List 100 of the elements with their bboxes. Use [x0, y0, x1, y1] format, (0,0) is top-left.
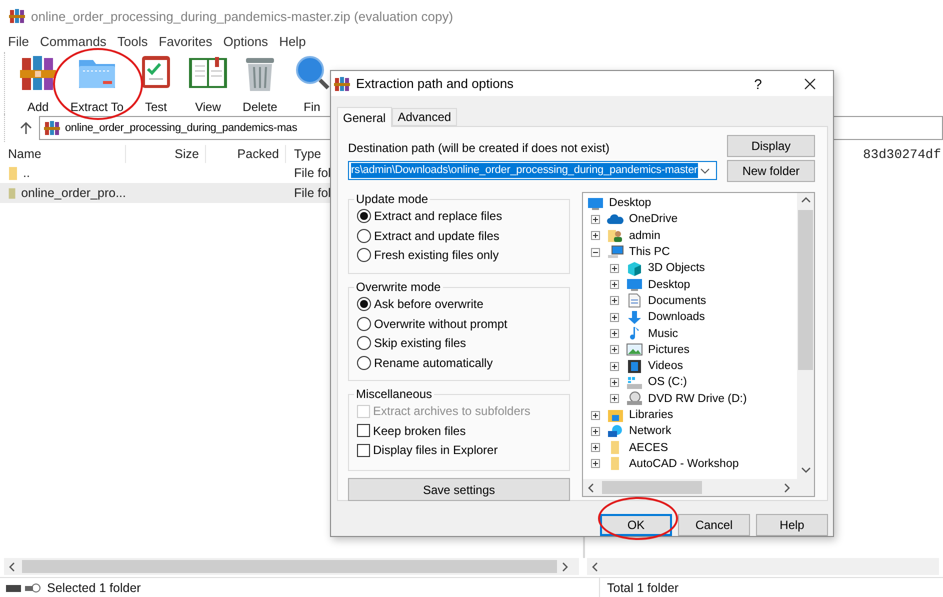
tree-item[interactable]: AECES [629, 442, 668, 454]
tab[interactable]: General [337, 107, 392, 127]
library-folder-icon [607, 408, 624, 422]
folder-icon [8, 186, 16, 200]
tree-item[interactable]: Videos [648, 360, 683, 372]
menu-item[interactable]: Favorites [158, 34, 212, 48]
tab[interactable]: Advanced [392, 108, 458, 126]
expand-icon[interactable] [591, 459, 600, 468]
tree-item[interactable]: Desktop [648, 278, 690, 291]
expand-icon[interactable] [610, 378, 620, 387]
option-label: Ask before overwrite [374, 297, 484, 312]
tree-item[interactable]: OneDrive [629, 213, 678, 226]
monitor-icon [587, 196, 604, 211]
tree-item[interactable]: OS (C:) [648, 376, 687, 388]
vertical-scrollbar[interactable] [797, 193, 814, 479]
option-label: Overwrite without prompt [374, 316, 508, 331]
tree-item[interactable]: This PC [629, 246, 670, 258]
radio-button[interactable] [357, 209, 371, 224]
dialog-button[interactable]: OK [600, 514, 672, 536]
horizontal-scrollbar[interactable] [587, 558, 939, 575]
radio-button[interactable] [357, 248, 371, 262]
field-label: Destination path (will be created if does not exist) [348, 141, 610, 155]
expand-icon[interactable] [591, 426, 600, 436]
expand-icon[interactable] [610, 296, 620, 306]
file-name: .. [23, 166, 30, 180]
toolbar-button[interactable]: Add [12, 54, 64, 114]
tree-item[interactable]: DVD RW Drive (D:) [648, 392, 747, 405]
radio-button[interactable] [357, 336, 371, 350]
down-arrow-icon [626, 310, 644, 325]
tree-item[interactable]: 3D Objects [648, 262, 705, 274]
cloud-icon [607, 212, 624, 227]
toolbar-button[interactable]: Extract To [64, 54, 130, 114]
group-title: Update mode [355, 192, 430, 206]
expand-icon[interactable] [591, 214, 600, 224]
tree-item[interactable]: Downloads [648, 311, 705, 324]
collapse-icon[interactable] [591, 248, 600, 257]
column-header[interactable]: Name [0, 145, 126, 163]
tree-item[interactable]: Desktop [609, 197, 652, 210]
tree-item[interactable]: Network [629, 425, 672, 438]
tree-item[interactable]: Pictures [648, 344, 690, 356]
checkbox[interactable] [357, 424, 370, 438]
path-combobox[interactable]: rs\admin\Downloads\online_order_processing_during_pandemics-master [348, 161, 717, 180]
tree-item[interactable]: Music [648, 328, 678, 340]
toolbar-button[interactable]: Test [130, 54, 182, 114]
horizontal-scrollbar[interactable] [4, 558, 579, 575]
file-type: File fol [294, 186, 331, 200]
expand-icon[interactable] [610, 264, 620, 273]
group-title: Miscellaneous [355, 387, 434, 401]
expand-icon[interactable] [610, 312, 620, 322]
computer-icon [607, 244, 624, 260]
tree-item[interactable]: Documents [648, 294, 706, 307]
menu-item[interactable]: File [8, 34, 29, 48]
tree-item[interactable]: admin [629, 230, 660, 242]
window-title: online_order_processing_during_pandemics-master.zip (evaluation copy) [31, 8, 454, 24]
column-header[interactable]: Size [126, 145, 206, 163]
comment-text: 83d30274df [862, 147, 941, 164]
expand-icon[interactable] [591, 443, 600, 452]
menu-item[interactable]: Help [279, 34, 306, 48]
radio-button[interactable] [357, 316, 371, 331]
books-icon [334, 76, 350, 92]
radio-button[interactable] [357, 297, 371, 312]
drive-icon [626, 374, 644, 390]
menu-item[interactable]: Commands [40, 34, 106, 48]
option-label: Extract and replace files [374, 209, 502, 224]
column-header[interactable]: Packed [206, 145, 286, 163]
caret-icon [700, 168, 710, 174]
menu-item[interactable]: Options [223, 34, 268, 48]
side-button[interactable]: Display [727, 135, 815, 157]
toolbar-button[interactable]: View [182, 54, 234, 114]
save-settings-button[interactable]: Save settings [348, 478, 570, 501]
expand-icon[interactable] [610, 280, 620, 290]
expand-icon[interactable] [610, 329, 620, 338]
expand-icon[interactable] [610, 345, 620, 354]
dialog-button[interactable]: Help [756, 514, 828, 536]
clipboard-check-icon [140, 54, 172, 90]
dialog-title: Extraction path and options [356, 76, 515, 91]
status-text: Total 1 folder [607, 580, 679, 594]
toolbar-button[interactable]: Fin [286, 54, 338, 114]
up-arrow-icon[interactable] [19, 121, 33, 135]
dialog-button[interactable]: Cancel [678, 514, 750, 536]
radio-button[interactable] [357, 356, 371, 370]
option-label: Skip existing files [374, 336, 466, 350]
toolbar-button[interactable]: Delete [234, 54, 286, 114]
cube-icon [626, 260, 644, 276]
horizontal-scrollbar[interactable] [583, 479, 797, 496]
tree-item[interactable]: Libraries [629, 409, 674, 421]
menu-item[interactable]: Tools [117, 34, 148, 48]
expand-icon[interactable] [610, 394, 620, 404]
radio-button[interactable] [357, 228, 371, 243]
books-icon [9, 8, 25, 24]
tree-item[interactable]: AutoCAD - Workshop [629, 458, 739, 470]
side-button[interactable]: New folder [727, 160, 815, 182]
expand-icon[interactable] [610, 362, 620, 371]
checkbox[interactable] [357, 444, 370, 457]
open-book-icon [188, 54, 228, 90]
help-button[interactable]: ? [735, 71, 781, 96]
user-folder-icon [607, 228, 624, 244]
magnifier-icon [294, 54, 330, 90]
expand-icon[interactable] [591, 410, 600, 420]
expand-icon[interactable] [591, 231, 600, 240]
